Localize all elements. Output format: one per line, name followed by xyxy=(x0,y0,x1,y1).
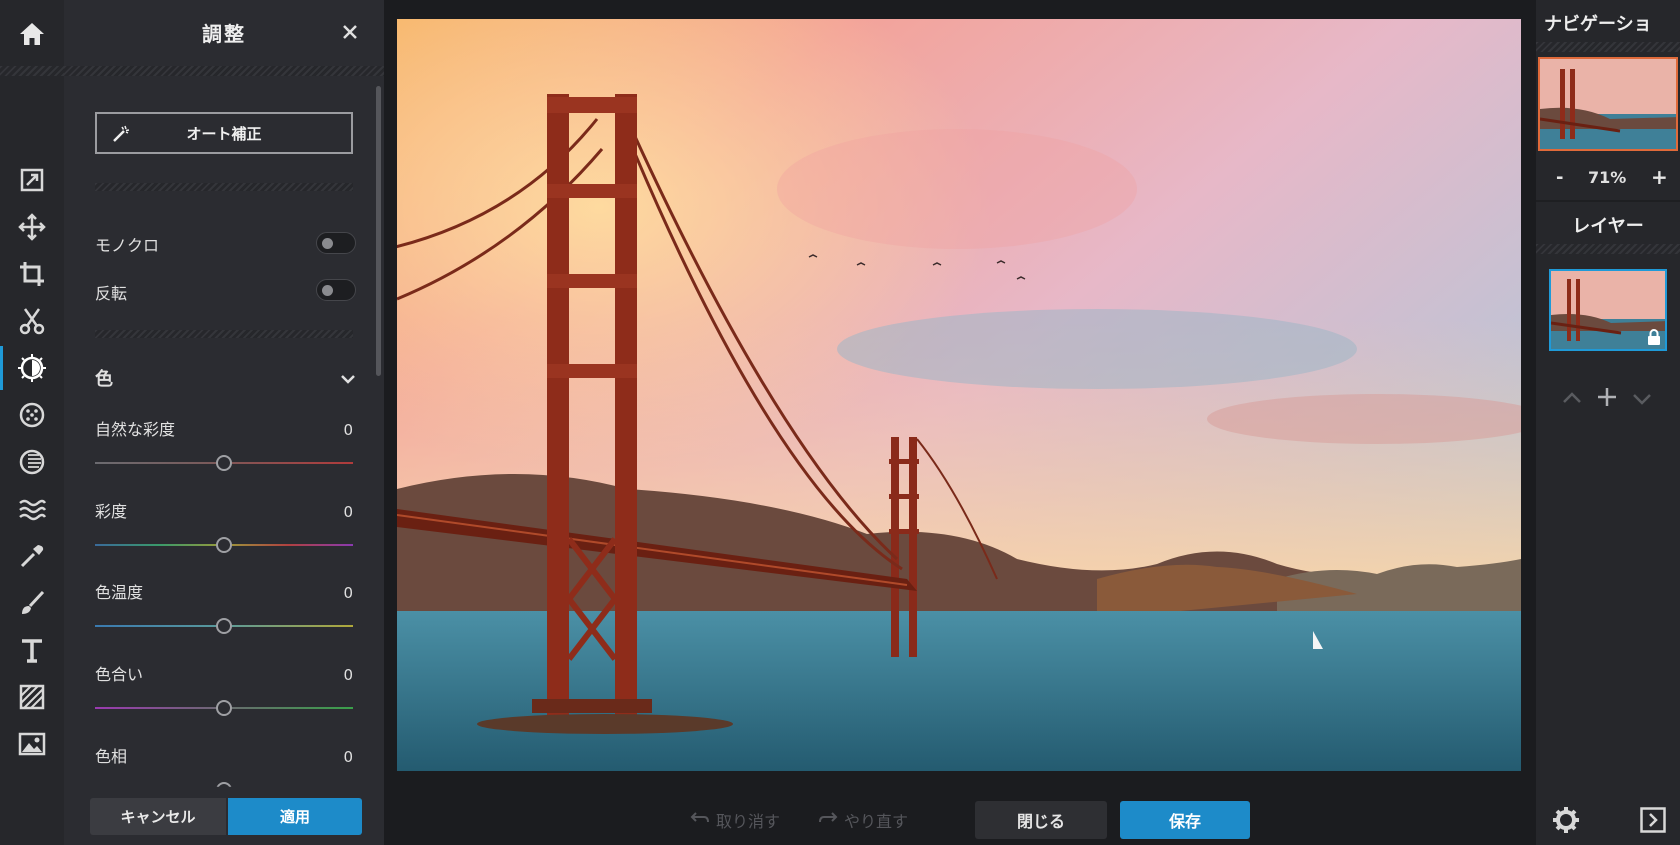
home-icon[interactable] xyxy=(0,8,64,60)
invert-label: 反転 xyxy=(95,284,128,303)
chevron-down-icon[interactable] xyxy=(340,370,356,389)
panel-scrollbar[interactable] xyxy=(376,86,381,376)
redo-icon xyxy=(818,810,838,830)
vibrance-value: 0 xyxy=(343,421,353,439)
color-section-title: 色 xyxy=(95,369,113,390)
undo-button[interactable]: 取り消す xyxy=(690,808,780,832)
layers-title: レイヤー xyxy=(1572,216,1644,237)
tint-thumb[interactable] xyxy=(216,700,232,716)
section-divider xyxy=(95,183,353,191)
hue-value: 0 xyxy=(343,748,353,766)
hue-label: 色相 xyxy=(95,747,128,766)
saturation-label: 彩度 xyxy=(95,502,128,521)
saturation-thumb[interactable] xyxy=(216,537,232,553)
redo-button[interactable]: やり直す xyxy=(818,808,908,832)
adjust-panel: 調整 オート補正 モノクロ 反転 色 自然な彩度 0 彩度 0 色温度 0 色合… xyxy=(64,0,384,845)
pattern-icon[interactable] xyxy=(0,675,64,719)
save-button[interactable]: 保存 xyxy=(1120,801,1250,839)
layer-up-icon[interactable] xyxy=(1562,390,1582,409)
tint-label: 色合い xyxy=(95,665,144,684)
add-layer-icon[interactable] xyxy=(1596,386,1618,412)
toolbar-divider xyxy=(0,66,64,76)
gear-icon[interactable] xyxy=(1552,806,1580,838)
mono-toggle[interactable] xyxy=(316,232,356,254)
apply-button[interactable]: 適用 xyxy=(228,798,362,835)
adjust-icon[interactable] xyxy=(0,346,64,390)
hue-thumb[interactable] xyxy=(216,782,232,787)
move-icon[interactable] xyxy=(0,205,64,249)
right-panel: ナビゲーショ - 71% + レイヤー xyxy=(1536,0,1680,845)
lock-icon xyxy=(1647,329,1661,349)
layer-down-icon[interactable] xyxy=(1632,391,1652,410)
zoom-level: 71% xyxy=(1588,168,1627,187)
invert-toggle[interactable] xyxy=(316,279,356,301)
auto-enhance-label: オート補正 xyxy=(186,124,262,143)
mono-label: モノクロ xyxy=(95,236,160,255)
vibrance-thumb[interactable] xyxy=(216,455,232,471)
temperature-value: 0 xyxy=(343,584,353,602)
zoom-in-button[interactable]: + xyxy=(1651,165,1668,189)
cut-icon[interactable] xyxy=(0,299,64,343)
zoom-out-button[interactable]: - xyxy=(1556,167,1563,188)
undo-icon xyxy=(690,810,710,830)
vignette-icon[interactable] xyxy=(0,440,64,484)
magic-wand-icon xyxy=(111,124,131,148)
close-button[interactable]: 閉じる xyxy=(975,801,1107,839)
tint-value: 0 xyxy=(343,666,353,684)
wave-icon[interactable] xyxy=(0,487,64,531)
layers-divider xyxy=(1536,244,1680,254)
navigator-divider xyxy=(1536,42,1680,52)
navigator-thumbnail[interactable] xyxy=(1538,57,1678,151)
auto-enhance-button[interactable]: オート補正 xyxy=(95,112,353,154)
zoom-divider xyxy=(1536,200,1680,202)
temperature-label: 色温度 xyxy=(95,583,144,602)
collapse-panel-icon[interactable] xyxy=(1640,807,1666,837)
crop-icon[interactable] xyxy=(0,252,64,296)
undo-label: 取り消す xyxy=(716,812,781,831)
panel-divider xyxy=(64,66,384,76)
photo-golden-gate[interactable] xyxy=(397,19,1521,771)
navigator-title: ナビゲーショ xyxy=(1544,14,1652,35)
redo-label: やり直す xyxy=(844,812,909,831)
close-icon[interactable] xyxy=(336,18,364,46)
vibrance-label: 自然な彩度 xyxy=(95,420,176,439)
section-divider xyxy=(95,330,353,338)
eyedropper-icon[interactable] xyxy=(0,534,64,578)
temperature-thumb[interactable] xyxy=(216,618,232,634)
brush-icon[interactable] xyxy=(0,581,64,625)
layer-thumbnail[interactable] xyxy=(1549,269,1667,351)
crop-resize-icon[interactable] xyxy=(0,158,64,202)
filter-icon[interactable] xyxy=(0,393,64,437)
saturation-value: 0 xyxy=(343,503,353,521)
text-icon[interactable] xyxy=(0,628,64,672)
cancel-button[interactable]: キャンセル xyxy=(90,798,226,835)
image-icon[interactable] xyxy=(0,722,64,766)
left-toolbar xyxy=(0,0,64,845)
